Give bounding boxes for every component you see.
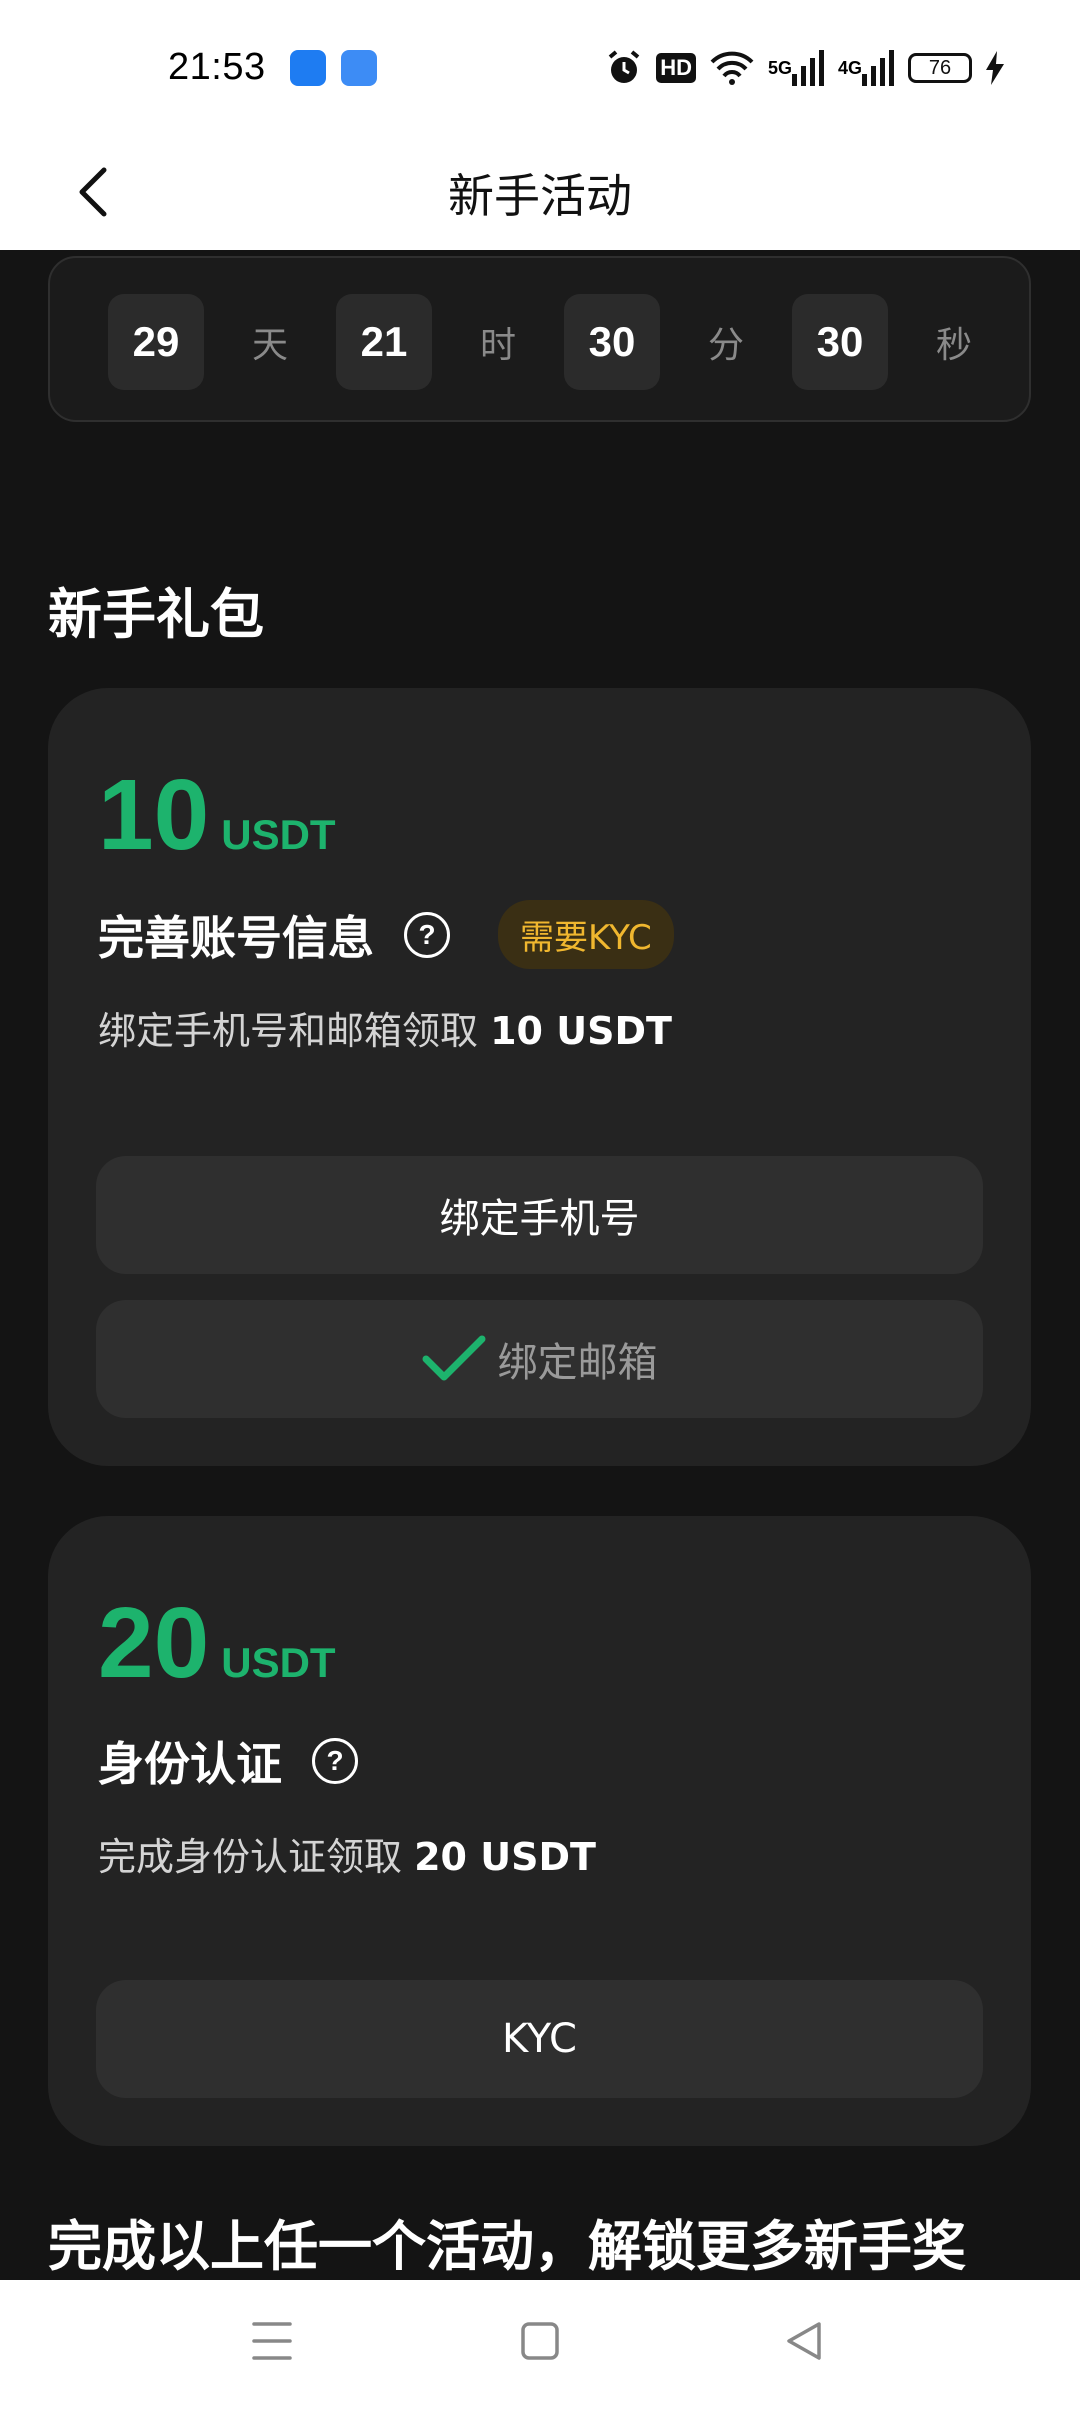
task-title-text: 身份认证 <box>98 1737 282 1791</box>
task-description: 完成身份认证领取 20 USDT <box>98 1835 596 1879</box>
page-header: 新手活动 <box>0 134 1080 250</box>
reward-card-identity: 20 USDT 身份认证 ? 完成身份认证领取 20 USDT KYC <box>48 1516 1031 2146</box>
reward-amount-unit: USDT <box>221 811 336 858</box>
countdown-minutes-unit: 分 <box>707 325 744 366</box>
reward-card-account-info: 10 USDT 完善账号信息 ? 需要KYC 绑定手机号和邮箱领取 10 USD… <box>48 688 1031 1466</box>
app-notification-icon <box>290 50 326 86</box>
reward-amount: 20 USDT <box>98 1586 336 1701</box>
battery-icon: 76 <box>908 46 972 90</box>
hd-voice-icon: HD <box>656 46 696 90</box>
weather-app-icon <box>341 50 377 86</box>
reward-amount-unit: USDT <box>221 1639 336 1686</box>
countdown-days: 29 <box>108 294 204 390</box>
menu-icon[interactable] <box>252 2320 292 2362</box>
countdown-minutes: 30 <box>564 294 660 390</box>
task-title: 身份认证 ? <box>98 1728 358 1794</box>
task-title: 完善账号信息 ? 需要KYC <box>98 900 674 969</box>
alarm-icon <box>606 46 642 90</box>
countdown-seconds-unit: 秒 <box>935 325 972 366</box>
signal-5g-icon: 5G <box>768 46 824 90</box>
signal-4g-icon: 4G <box>838 46 894 90</box>
reward-amount-number: 20 <box>98 1587 210 1699</box>
wifi-icon <box>710 46 754 90</box>
reward-amount-number: 10 <box>98 759 210 871</box>
charging-icon <box>986 46 1004 90</box>
check-icon <box>422 1335 485 1381</box>
section-title-newbie-gift: 新手礼包 <box>48 583 264 646</box>
help-icon[interactable]: ? <box>404 911 450 958</box>
back-triangle-icon[interactable] <box>784 2320 824 2362</box>
bind-phone-button[interactable]: 绑定手机号 <box>96 1156 983 1274</box>
unlock-more-rewards-title: 完成以上任一个活动，解锁更多新手奖 <box>48 2215 966 2278</box>
home-icon[interactable] <box>520 2320 560 2362</box>
countdown-days-unit: 天 <box>251 325 288 366</box>
kyc-button[interactable]: KYC <box>96 1980 983 2098</box>
countdown-seconds: 30 <box>792 294 888 390</box>
countdown-hours: 21 <box>336 294 432 390</box>
reward-amount: 10 USDT <box>98 758 336 873</box>
status-bar: 21:53 HD 5G 4G 76 <box>0 0 1080 134</box>
task-description: 绑定手机号和邮箱领取 10 USDT <box>98 1009 672 1053</box>
page-title: 新手活动 <box>448 169 632 223</box>
system-navigation-bar <box>0 2280 1080 2412</box>
bind-email-button[interactable]: 绑定邮箱 <box>96 1300 983 1418</box>
status-time: 21:53 <box>168 46 266 88</box>
help-icon[interactable]: ? <box>312 1738 358 1784</box>
kyc-required-badge: 需要KYC <box>498 900 674 969</box>
countdown-hours-unit: 时 <box>479 325 516 366</box>
task-title-text: 完善账号信息 <box>98 910 374 965</box>
countdown-timer: 29 天 21 时 30 分 30 秒 <box>48 256 1031 422</box>
